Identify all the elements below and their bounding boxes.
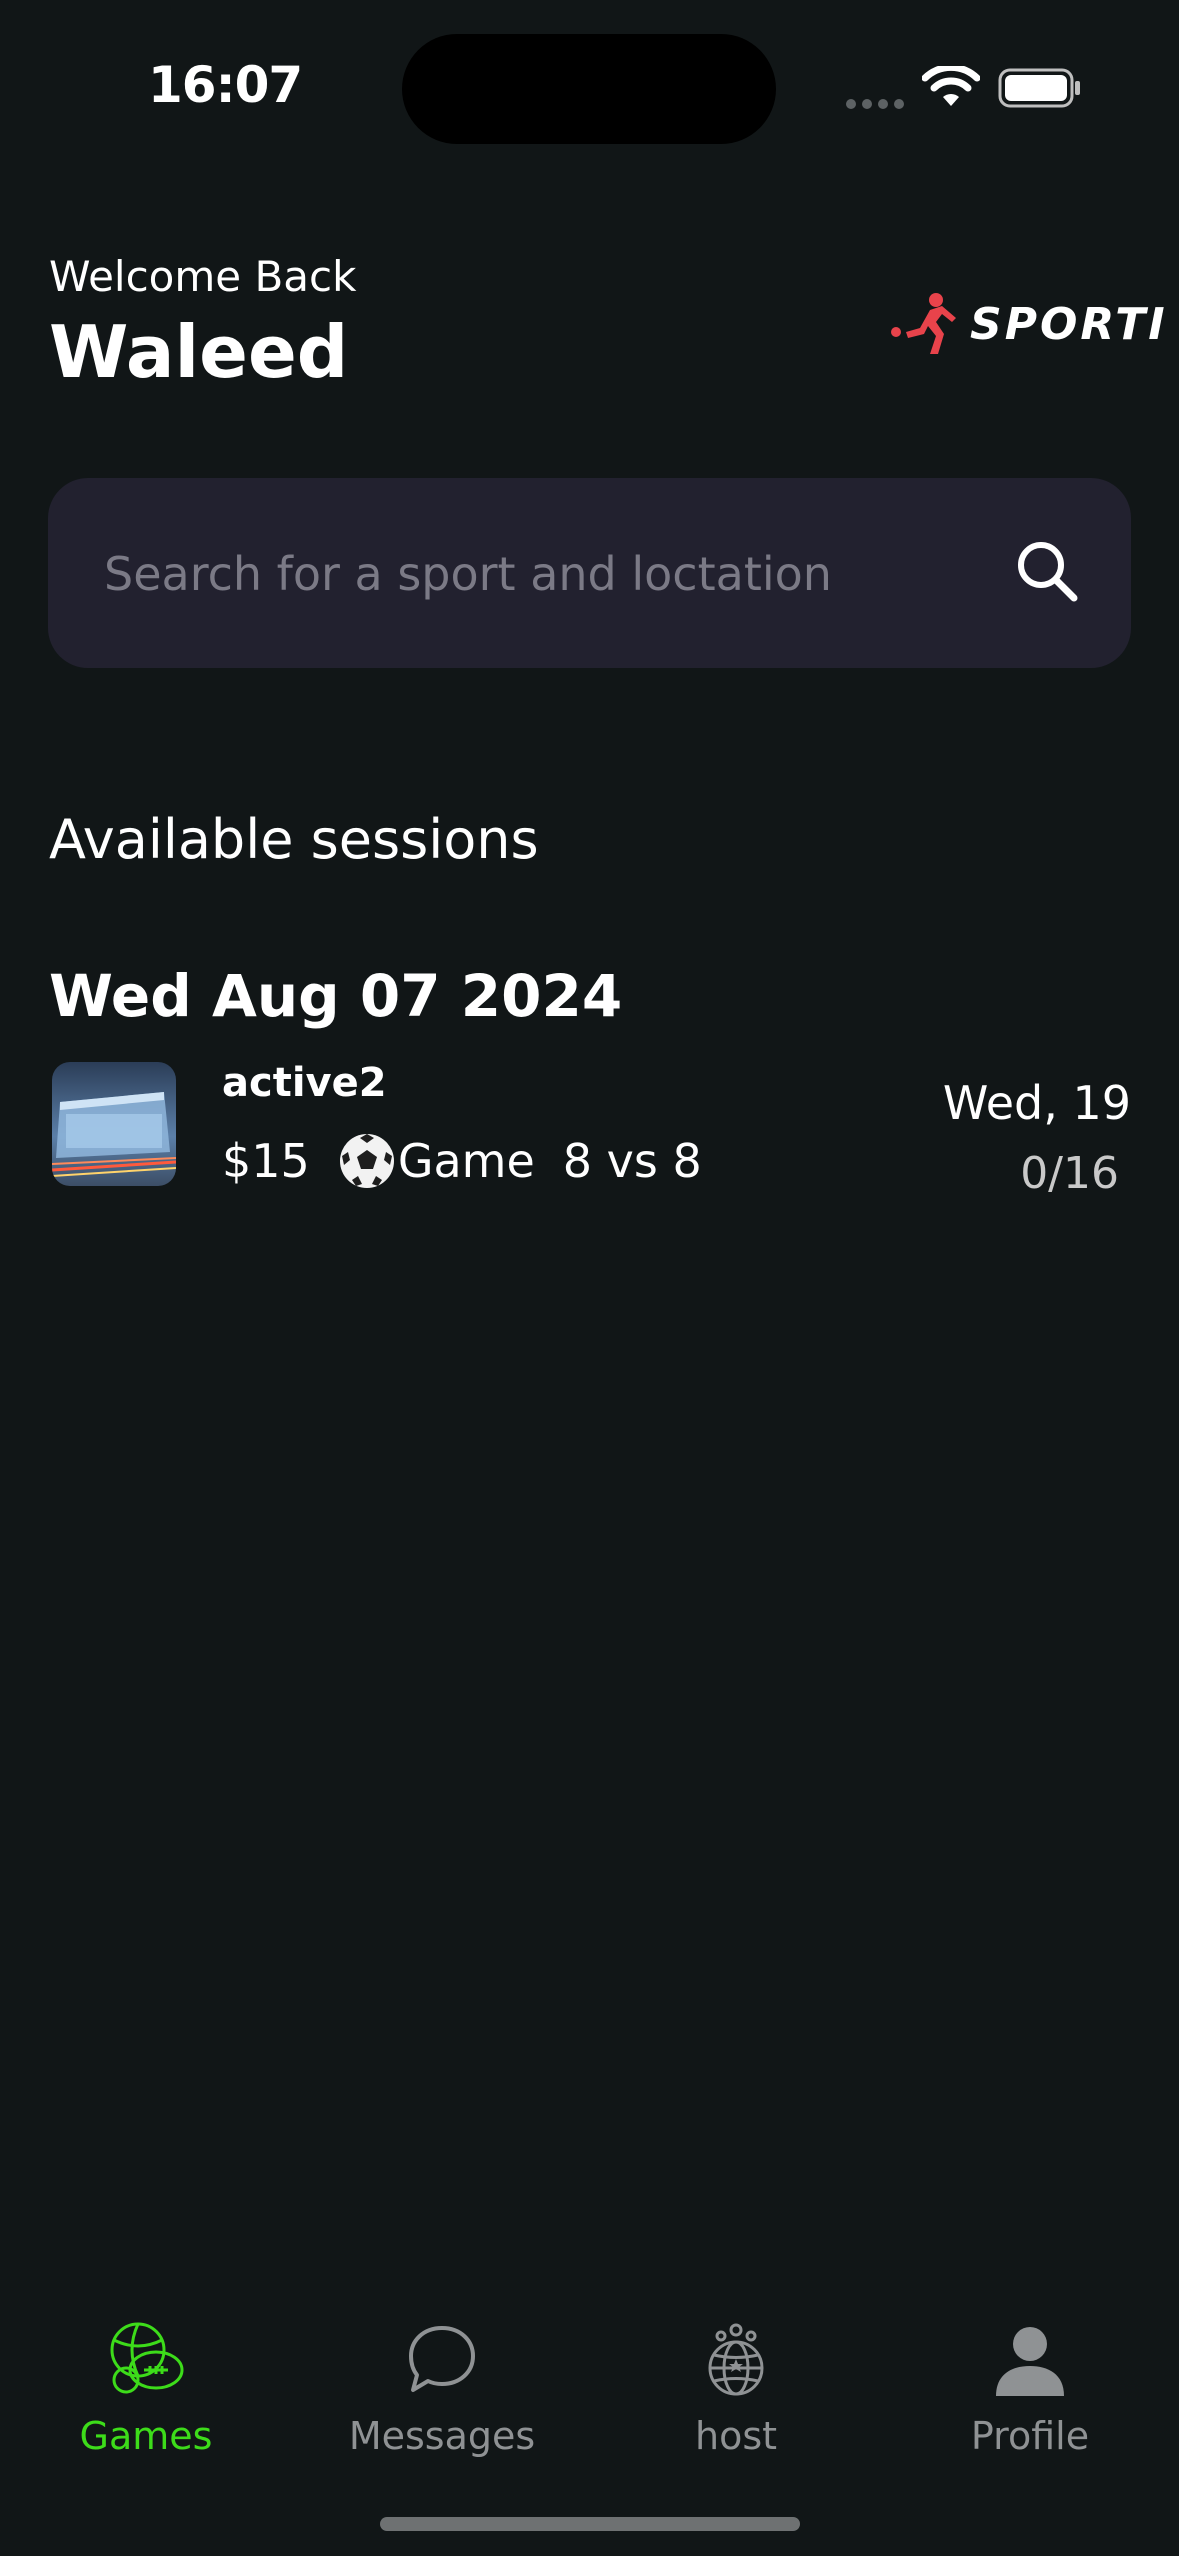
status-time: 16:07 (148, 56, 303, 114)
search-icon[interactable] (1014, 538, 1080, 604)
wifi-icon (922, 66, 980, 106)
tab-messages[interactable]: Messages (322, 2300, 562, 2458)
tab-host[interactable]: host (616, 2300, 856, 2458)
session-meta: $15 Game 8 vs 8 (222, 1132, 702, 1190)
tab-profile[interactable]: Profile (910, 2300, 1150, 2458)
soccer-ball-icon (339, 1134, 394, 1188)
date-heading: Wed Aug 07 2024 (49, 962, 623, 1030)
user-name: Waleed (49, 310, 349, 394)
search-bar[interactable] (48, 478, 1131, 670)
search-input[interactable] (102, 478, 986, 670)
session-type: Game (397, 1134, 535, 1188)
tab-label: host (694, 2414, 778, 2458)
battery-icon (998, 68, 1080, 108)
globe-people-icon (708, 2323, 764, 2396)
tab-games[interactable]: Games (26, 2300, 266, 2458)
session-name: active2 (222, 1060, 387, 1106)
session-capacity: 0/16 (1020, 1148, 1119, 1199)
venue-thumbnail (52, 1062, 176, 1186)
session-list-item[interactable]: active2 $15 Game 8 vs 8 Wed, 19 0/16 (48, 1056, 1131, 1202)
player-kicking-icon (891, 293, 956, 354)
welcome-label: Welcome Back (49, 252, 357, 301)
session-price: $15 (222, 1134, 310, 1188)
person-icon (996, 2327, 1064, 2396)
tab-label: Games (79, 2414, 213, 2458)
session-format: 8 vs 8 (562, 1134, 702, 1188)
sporti-logo: SPORTI (890, 292, 1168, 356)
logo-text: SPORTI (970, 298, 1168, 350)
sports-balls-icon (110, 2322, 184, 2394)
chat-bubble-icon (409, 2326, 475, 2392)
home-indicator[interactable] (380, 2517, 800, 2531)
dynamic-island (402, 34, 776, 144)
cellular-signal-icon (846, 94, 910, 113)
tab-label: Messages (348, 2414, 536, 2458)
tab-label: Profile (970, 2414, 1090, 2458)
session-day: Wed, 19 (942, 1076, 1131, 1130)
section-title: Available sessions (49, 808, 539, 871)
